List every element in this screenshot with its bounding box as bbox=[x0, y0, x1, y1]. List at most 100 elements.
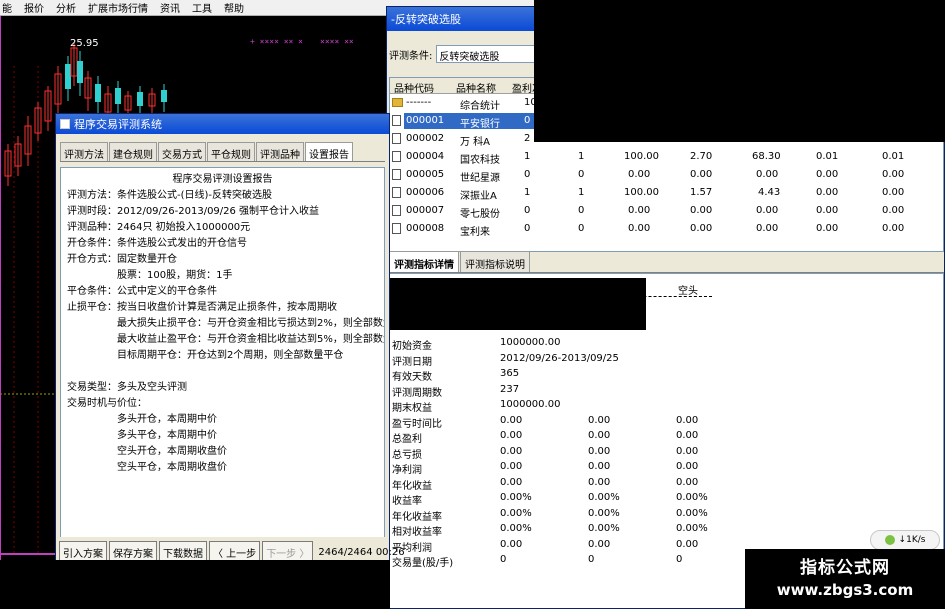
report-line: 最大损失止损平仓：与开仓资金相比亏损达到2%，则全部数量平仓 bbox=[67, 318, 385, 329]
tab-settings-report[interactable]: 设置报告 bbox=[305, 142, 353, 161]
row-profit-count: 0 bbox=[524, 205, 531, 216]
file-icon bbox=[392, 205, 401, 216]
report-line: 最大收益止盈平仓：与开仓资金相比收益达到5%，则全部数量平仓 bbox=[67, 334, 385, 345]
row-code: 000002 bbox=[406, 133, 445, 144]
row-value: 0 bbox=[578, 169, 585, 180]
table-row[interactable]: 000008 宝利来 0 0 0.00 0.00 0.00 0.00 0.00 bbox=[390, 220, 943, 238]
menu-item-0[interactable]: 能 bbox=[2, 0, 12, 15]
row-value: 100.00 bbox=[624, 151, 659, 162]
col-code[interactable]: 品种代码 bbox=[394, 80, 434, 95]
col-name[interactable]: 品种名称 bbox=[456, 80, 496, 95]
report-line: 交易时机与价位： bbox=[67, 398, 147, 409]
tab-eval-symbols[interactable]: 评测品种 bbox=[256, 142, 304, 161]
menu-item-extended-market[interactable]: 扩展市场行情 bbox=[88, 0, 148, 15]
settings-report: 程序交易评测设置报告 评测方法：条件选股公式-(日线)-反转突破选股 评测时段：… bbox=[60, 167, 385, 549]
report-line: 空头平仓，本周期收盘价 bbox=[67, 462, 227, 473]
tab-eval-method[interactable]: 评测方法 bbox=[60, 142, 108, 161]
report-line: 评测方法：条件选股公式-(日线)-反转突破选股 bbox=[67, 190, 273, 201]
file-icon bbox=[392, 187, 401, 198]
menu-item-news[interactable]: 资讯 bbox=[160, 0, 180, 15]
detail-row: 期末权益 1000000.00 bbox=[392, 399, 561, 414]
row-code: 000007 bbox=[406, 205, 445, 216]
tab-close-rules[interactable]: 平仓规则 bbox=[207, 142, 255, 161]
detail-tabs: 评测指标详情 评测指标说明 bbox=[389, 251, 944, 273]
report-line: 开仓方式：固定数量开仓 bbox=[67, 254, 177, 265]
row-profit-count: 1 bbox=[524, 151, 531, 162]
menu-item-analysis[interactable]: 分析 bbox=[56, 0, 76, 15]
report-line: 评测品种：2464只 初始投入1000000元 bbox=[67, 222, 251, 233]
row-profit-count: 2 bbox=[524, 133, 531, 144]
row-value: 0.01 bbox=[882, 151, 905, 162]
row-value: 100.00 bbox=[624, 187, 659, 198]
report-line: 空头开仓，本周期收盘价 bbox=[67, 446, 227, 457]
tab-open-rules[interactable]: 建仓规则 bbox=[109, 142, 157, 161]
row-profit-count: 0 bbox=[524, 223, 531, 234]
table-row[interactable]: 000004 国农科技 1 1 100.00 2.70 68.30 0.01 0… bbox=[390, 148, 943, 166]
detail-row: 初始资金 1000000.00 bbox=[392, 337, 561, 352]
tab-trade-mode[interactable]: 交易方式 bbox=[158, 142, 206, 161]
row-code: 000006 bbox=[406, 187, 445, 198]
table-row[interactable]: 000006 深振业A 1 1 100.00 1.57 4.43 0.00 0.… bbox=[390, 184, 943, 202]
report-line: 目标周期平仓：开仓达到2个周期，则全部数量平仓 bbox=[67, 350, 344, 361]
eval-condition-input[interactable]: 反转突破选股 bbox=[436, 45, 549, 63]
tab-indicator-details[interactable]: 评测指标详情 bbox=[389, 251, 459, 272]
progress-status: 2464/2464 00:26 bbox=[318, 546, 405, 558]
row-name: 平安银行 bbox=[460, 119, 500, 130]
row-value: 0 bbox=[578, 223, 585, 234]
detail-row: 相对收益率 0.00% 0.00% 0.00% bbox=[392, 523, 708, 538]
report-line: 多头平仓，本周期中价 bbox=[67, 430, 217, 441]
row-value: 0 bbox=[578, 205, 585, 216]
detail-row: 总盈利 0.00 0.00 0.00 bbox=[392, 430, 699, 445]
row-value: 2.70 bbox=[690, 151, 713, 162]
svg-text:×××× ××: ×××× ×× bbox=[320, 37, 354, 46]
menu-item-quote[interactable]: 报价 bbox=[24, 0, 44, 15]
detail-row: 评测周期数 237 bbox=[392, 383, 520, 399]
detail-row: 盈亏时间比 0.00 0.00 0.00 bbox=[392, 414, 699, 430]
program-eval-title: 程序交易评测系统 bbox=[74, 118, 162, 131]
row-value: 1.57 bbox=[690, 187, 713, 198]
row-value: 0.00 bbox=[756, 205, 779, 216]
detail-row: 总亏损 0.00 0.00 0.00 bbox=[392, 445, 699, 461]
report-line: 多头开仓，本周期中价 bbox=[67, 414, 217, 425]
row-code: 000008 bbox=[406, 223, 445, 234]
report-line: 交易类型：多头及空头评测 bbox=[67, 382, 187, 393]
report-line: 股票：100股，期货：1手 bbox=[67, 270, 233, 281]
eval-tabs: 评测方法 建仓规则 交易方式 平仓规则 评测品种 设置报告 bbox=[60, 142, 385, 162]
report-line: 平仓条件：公式中定义的平仓条件 bbox=[67, 286, 217, 297]
svg-text:+ ×××× ×× ×: + ×××× ×× × bbox=[250, 37, 303, 46]
chart-bottom-strip bbox=[0, 560, 390, 609]
detail-row: 评测日期 2012/09/26-2013/09/25 bbox=[392, 352, 619, 368]
network-speed-widget[interactable]: ↓1K/s bbox=[870, 530, 940, 550]
row-value: 0.00 bbox=[690, 223, 713, 234]
row-value: 0.00 bbox=[882, 169, 905, 180]
detail-row: 有效天数 365 bbox=[392, 368, 520, 383]
row-value: 0.00 bbox=[756, 169, 779, 180]
detail-row: 年化收益率 0.00% 0.00% 0.00% bbox=[392, 507, 708, 523]
menu-item-help[interactable]: 帮助 bbox=[224, 0, 244, 15]
menu-item-tools[interactable]: 工具 bbox=[192, 0, 212, 15]
row-name: 世纪星源 bbox=[460, 173, 500, 184]
program-eval-window: 程序交易评测系统 评测方法 建仓规则 交易方式 平仓规则 评测品种 设置报告 程… bbox=[55, 113, 405, 567]
speed-indicator-icon bbox=[884, 535, 895, 545]
row-profit-count: 1 bbox=[524, 187, 531, 198]
network-speed-text: ↓1K/s bbox=[898, 535, 926, 545]
price-label: 25.95 bbox=[70, 38, 99, 49]
row-profit-count: 0 bbox=[524, 115, 531, 126]
tab-indicator-notes[interactable]: 评测指标说明 bbox=[460, 251, 530, 272]
table-row[interactable]: 000007 零七股份 0 0 0.00 0.00 0.00 0.00 0.00 bbox=[390, 202, 943, 220]
row-value: 0.00 bbox=[690, 205, 713, 216]
site-watermark: 指标公式网 www.zbgs3.com bbox=[745, 549, 945, 609]
file-icon bbox=[392, 169, 401, 180]
report-line: 开仓条件：条件选股公式发出的开仓信号 bbox=[67, 238, 247, 249]
file-icon bbox=[392, 151, 401, 162]
program-eval-title-bar: 程序交易评测系统 bbox=[56, 114, 389, 134]
file-icon bbox=[392, 115, 401, 126]
short-column-header: 空头 bbox=[678, 286, 698, 297]
table-row[interactable]: 000005 世纪星源 0 0 0.00 0.00 0.00 0.00 0.00 bbox=[390, 166, 943, 184]
row-value: 0.00 bbox=[816, 223, 839, 234]
row-profit-count: 0 bbox=[524, 169, 531, 180]
row-value: 1 bbox=[578, 151, 585, 162]
report-line: 止损平仓：按当日收盘价计算是否满足止损条件，按本周期收 bbox=[67, 302, 337, 313]
row-value: 0.00 bbox=[690, 169, 713, 180]
row-name: 零七股份 bbox=[460, 209, 500, 220]
